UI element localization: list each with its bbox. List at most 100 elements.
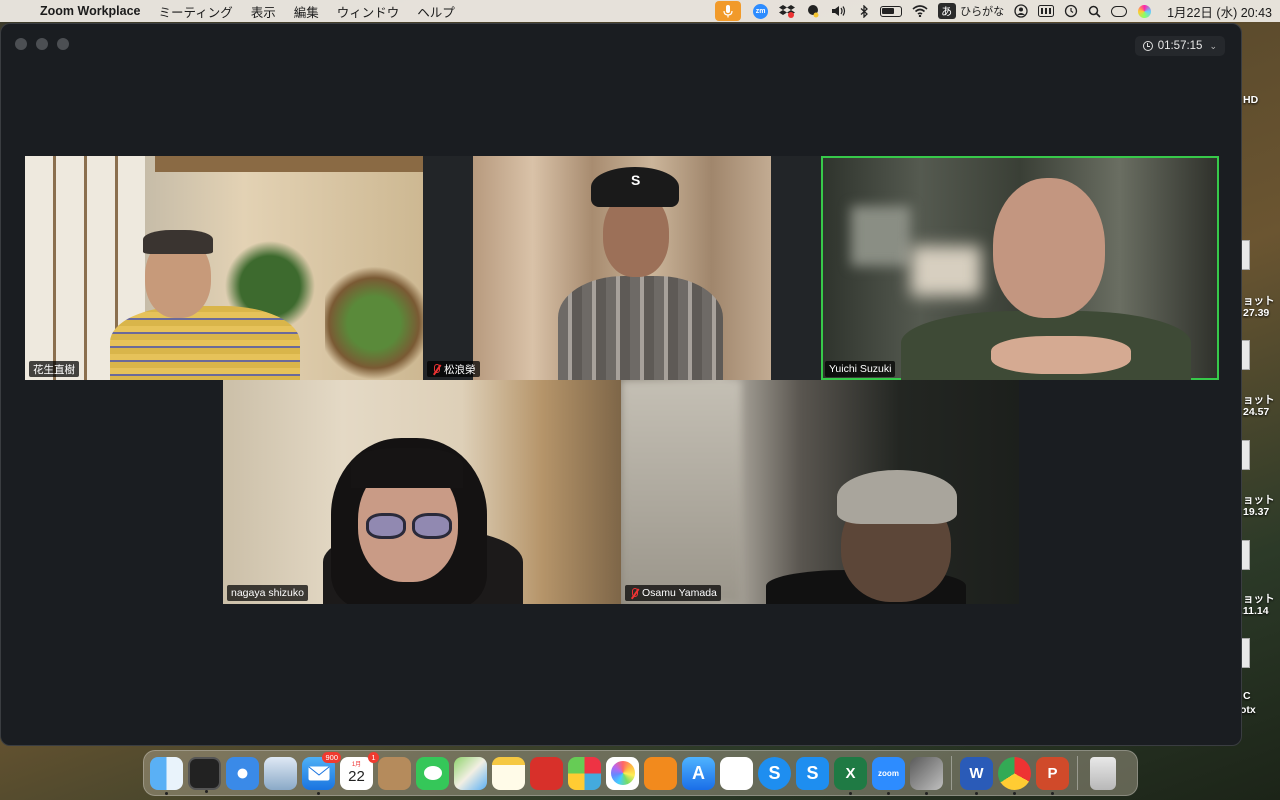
video-tile-active-speaker[interactable]: Yuichi Suzuki xyxy=(821,156,1219,380)
desktop-file-label[interactable]: otx xyxy=(1240,704,1256,716)
plant xyxy=(325,266,423,380)
time-machine-icon[interactable] xyxy=(1059,0,1083,22)
participant-name: nagaya shizuko xyxy=(231,587,304,599)
keynote-icon[interactable] xyxy=(910,756,943,795)
user-account-icon[interactable] xyxy=(1009,0,1033,22)
desktop-file-label[interactable]: C xyxy=(1243,690,1251,702)
glasses xyxy=(366,513,406,539)
bangs xyxy=(351,448,463,488)
word-icon[interactable]: W xyxy=(960,756,993,795)
control-center[interactable] xyxy=(1106,0,1132,22)
video-tile[interactable]: S 松浪榮 xyxy=(423,156,821,380)
weather-icon[interactable] xyxy=(800,0,826,22)
video-tile[interactable]: Osamu Yamada xyxy=(621,380,1019,604)
books-icon[interactable] xyxy=(644,756,677,790)
wifi-icon[interactable] xyxy=(907,0,933,22)
desktop-file-label[interactable]: ョット xyxy=(1243,591,1275,606)
chevron-down-icon: ⌄ xyxy=(1209,40,1217,51)
calendar-icon[interactable]: 1月 22 1 xyxy=(340,751,379,790)
zoom-app-icon[interactable]: zoom xyxy=(872,756,905,795)
drive-label[interactable]: HD xyxy=(1243,94,1258,106)
running-indicator xyxy=(975,791,978,795)
running-indicator xyxy=(849,791,852,795)
running-indicator xyxy=(925,791,928,795)
safari-icon[interactable] xyxy=(226,756,259,790)
photos-icon[interactable] xyxy=(606,756,639,790)
siri-icon[interactable] xyxy=(1138,4,1152,18)
excel-icon[interactable]: X xyxy=(834,756,867,795)
reminders-icon[interactable] xyxy=(720,756,753,790)
microphone-icon[interactable] xyxy=(715,1,742,21)
chrome-icon[interactable] xyxy=(998,756,1031,795)
messages-icon[interactable] xyxy=(416,756,449,790)
desktop-file-label[interactable]: ョット xyxy=(1243,392,1275,407)
menu-edit[interactable]: 編集 xyxy=(294,2,319,21)
desktop-file-label[interactable]: 27.39 xyxy=(1243,307,1269,319)
trash-icon[interactable] xyxy=(1090,756,1116,790)
video-tile[interactable]: nagaya shizuko xyxy=(223,380,621,604)
participant-name: 花生直樹 xyxy=(33,363,75,376)
launchpad-icon[interactable] xyxy=(568,756,601,790)
menu-bar: Zoom Workplace ミーティング 表示 編集 ウィンドウ ヘルプ zm… xyxy=(0,0,1280,22)
participant-name: Osamu Yamada xyxy=(642,587,717,599)
running-indicator xyxy=(1051,791,1054,795)
powerpoint-icon[interactable]: P xyxy=(1036,756,1069,795)
gray-hair xyxy=(837,470,957,524)
mission-control-icon[interactable] xyxy=(188,756,221,793)
person-head xyxy=(993,178,1105,318)
volume-icon[interactable] xyxy=(826,0,853,22)
running-indicator xyxy=(1013,791,1016,795)
battery-status[interactable] xyxy=(875,0,907,22)
menu-help[interactable]: ヘルプ xyxy=(417,2,455,21)
desktop-file-label[interactable]: 19.37 xyxy=(1243,506,1269,518)
participant-name: 松浪榮 xyxy=(444,363,476,376)
participant-nameplate: nagaya shizuko xyxy=(227,585,308,601)
desktop-file-label[interactable]: ョット xyxy=(1243,492,1275,507)
hair xyxy=(143,230,213,254)
muted-microphone-icon xyxy=(431,363,441,375)
desktop-file-label[interactable]: ョット xyxy=(1243,293,1275,308)
input-source[interactable]: あ ひらがな xyxy=(933,0,1009,22)
preview-icon[interactable] xyxy=(264,756,297,790)
cpu-meter-icon[interactable] xyxy=(1033,0,1059,22)
running-indicator xyxy=(165,791,168,795)
close-window-button[interactable] xyxy=(15,38,27,50)
desktop-file-label[interactable]: .11.14 xyxy=(1240,605,1269,617)
photo-booth-icon[interactable] xyxy=(530,756,563,790)
contacts-icon[interactable] xyxy=(378,756,411,790)
person-body xyxy=(110,306,300,380)
menu-meeting[interactable]: ミーティング xyxy=(158,2,232,21)
participant-nameplate: 松浪榮 xyxy=(427,361,480,377)
mail-unread-badge: 900 xyxy=(322,751,341,763)
zoom-meeting-window: 01:57:15 ⌄ 花生直樹 S 松浪榮 Yuichi Suzuki naga… xyxy=(0,23,1242,746)
desktop-file-label[interactable]: 24.57 xyxy=(1243,406,1269,418)
finder-icon[interactable] xyxy=(150,756,183,795)
skype-for-business-icon[interactable]: S xyxy=(796,756,829,790)
menu-app-name[interactable]: Zoom Workplace xyxy=(40,4,140,18)
search-icon[interactable] xyxy=(1083,0,1106,22)
app-store-icon[interactable]: A xyxy=(682,756,715,790)
running-indicator xyxy=(317,791,320,795)
participant-nameplate: Osamu Yamada xyxy=(625,585,721,601)
meeting-timer[interactable]: 01:57:15 ⌄ xyxy=(1134,36,1225,56)
dropbox-icon[interactable] xyxy=(774,0,800,22)
calendar-day: 22 xyxy=(348,767,365,785)
participant-nameplate: Yuichi Suzuki xyxy=(825,361,896,377)
menubar-clock[interactable]: 1月22日 (水) 20:43 xyxy=(1167,2,1272,21)
participant-nameplate: 花生直樹 xyxy=(29,361,79,377)
skype-icon[interactable]: S xyxy=(758,756,791,790)
maps-icon[interactable] xyxy=(454,756,487,790)
mail-icon[interactable]: 900 xyxy=(302,751,341,795)
video-tile[interactable]: 花生直樹 xyxy=(25,156,423,380)
dock: 900 1月 22 1 A S S X zoom W P xyxy=(143,750,1138,796)
fullscreen-window-button[interactable] xyxy=(57,38,69,50)
blurred-background xyxy=(621,380,741,604)
menu-window[interactable]: ウィンドウ xyxy=(337,2,400,21)
minimize-window-button[interactable] xyxy=(36,38,48,50)
bluetooth-icon[interactable] xyxy=(853,0,875,22)
zoom-status-icon[interactable]: zm xyxy=(753,3,769,19)
blurred-background xyxy=(851,206,911,266)
menu-view[interactable]: 表示 xyxy=(251,2,276,21)
notes-icon[interactable] xyxy=(492,756,525,790)
hands xyxy=(991,336,1131,374)
